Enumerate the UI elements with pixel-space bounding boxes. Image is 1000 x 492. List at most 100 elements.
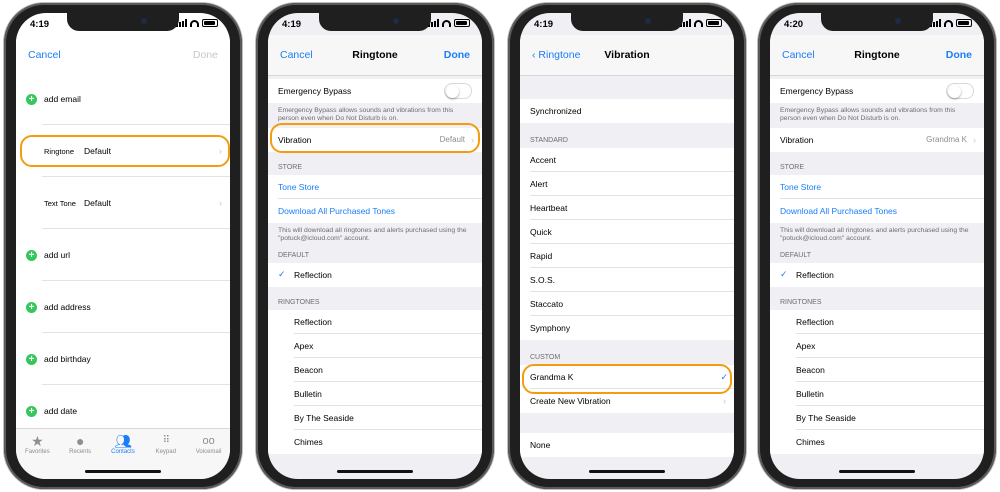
ringtone-item[interactable]: Reflection (268, 309, 482, 334)
ringtone-item[interactable]: Apex (268, 333, 482, 358)
text-tone-row[interactable]: Text Tone Default › (16, 177, 230, 229)
vibration-item[interactable]: S.O.S. (520, 268, 734, 292)
emergency-bypass-toggle[interactable] (946, 83, 974, 99)
chevron-right-icon: › (723, 396, 726, 406)
ringtone-item[interactable]: Bulletin (770, 381, 984, 406)
add-icon: + (26, 301, 37, 313)
chevron-right-icon: › (219, 146, 222, 156)
camera-icon (141, 18, 147, 24)
ringtones-header: RINGTONES (780, 298, 822, 306)
notch (319, 13, 431, 31)
ringtone-item[interactable]: Reflection (770, 309, 984, 334)
home-indicator[interactable] (589, 470, 665, 473)
vibration-item[interactable]: Accent (520, 148, 734, 172)
vibration-item[interactable]: Heartbeat (520, 196, 734, 220)
camera-icon (895, 18, 901, 24)
battery-icon (202, 19, 218, 27)
status-time: 4:19 (30, 19, 50, 30)
nav-bar: Cancel Ringtone Done (268, 35, 482, 76)
download-tones-row[interactable]: Download All Purchased Tones (268, 198, 482, 223)
home-indicator[interactable] (85, 470, 161, 473)
ringtone-item[interactable]: Bulletin (268, 381, 482, 406)
screen: 4:19 ‹ Ringtone Vibration Synchronized S… (520, 13, 734, 479)
default-header: DEFAULT (780, 251, 811, 259)
vibration-item[interactable]: Quick (520, 220, 734, 244)
vibration-item[interactable]: Rapid (520, 244, 734, 268)
checkmark-icon: ✓ (780, 269, 788, 280)
ringtone-item[interactable]: Apex (770, 333, 984, 358)
add-email-row[interactable]: + add email (16, 73, 230, 125)
create-new-vibration-row[interactable]: Create New Vibration › (520, 389, 734, 413)
battery-icon (454, 19, 470, 27)
tab-voicemail[interactable]: oo Voicemail (191, 433, 227, 479)
emergency-bypass-row: Emergency Bypass (770, 79, 984, 103)
ringtones-header: RINGTONES (278, 298, 320, 306)
ringtone-settings: Emergency Bypass Emergency Bypass allows… (770, 75, 984, 479)
vibration-list: Synchronized STANDARD Accent Alert Heart… (520, 75, 734, 479)
ringtone-item[interactable]: Beacon (770, 357, 984, 382)
contacts-icon: 👥︎ (114, 433, 132, 449)
nav-bar: ‹ Ringtone Vibration (520, 35, 734, 76)
ringtone-item[interactable]: Chimes (268, 429, 482, 454)
download-note: This will download all ringtones and ale… (278, 226, 467, 243)
status-time: 4:19 (282, 19, 302, 30)
standard-header: STANDARD (530, 137, 568, 144)
notch (571, 13, 683, 31)
ringtone-item[interactable]: Beacon (268, 357, 482, 382)
store-header: STORE (780, 163, 804, 171)
wifi-icon (944, 19, 953, 27)
camera-icon (393, 18, 399, 24)
cancel-button[interactable]: Cancel (28, 49, 61, 61)
wifi-icon (442, 19, 451, 27)
add-address-row[interactable]: + add address (16, 281, 230, 333)
status-time: 4:19 (534, 19, 554, 30)
add-birthday-row[interactable]: + add birthday (16, 333, 230, 385)
vibration-row[interactable]: Vibration Grandma K › (770, 127, 984, 152)
custom-vibration-item[interactable]: Grandma K ✓ (520, 365, 734, 389)
screen: 4:19 Cancel Done + add email Ringtone De… (16, 13, 230, 479)
tone-store-row[interactable]: Tone Store (268, 174, 482, 199)
nav-title: Vibration (604, 49, 650, 61)
synchronized-row[interactable]: Synchronized (520, 99, 734, 123)
store-header: STORE (278, 163, 302, 171)
ringtone-settings: Emergency Bypass Emergency Bypass allows… (268, 75, 482, 479)
download-tones-row[interactable]: Download All Purchased Tones (770, 198, 984, 223)
vibration-row[interactable]: Vibration Default › (268, 127, 482, 152)
phone-contact-edit: 4:19 Cancel Done + add email Ringtone De… (4, 3, 242, 489)
done-button[interactable]: Done (444, 49, 470, 61)
notch (67, 13, 179, 31)
vibration-item[interactable]: Symphony (520, 316, 734, 340)
add-url-row[interactable]: + add url (16, 229, 230, 281)
nav-bar: Cancel Done (16, 35, 230, 75)
home-indicator[interactable] (839, 470, 915, 473)
battery-icon (956, 19, 972, 27)
ringtone-item[interactable]: Chimes (770, 429, 984, 454)
download-note: This will download all ringtones and ale… (780, 226, 969, 243)
ringtone-item[interactable]: By The Seaside (268, 405, 482, 430)
emergency-bypass-toggle[interactable] (444, 83, 472, 99)
wifi-icon (190, 19, 199, 27)
camera-icon (645, 18, 651, 24)
tab-favorites[interactable]: ★ Favorites (19, 433, 55, 479)
ringtone-item[interactable]: By The Seaside (770, 405, 984, 430)
phone-ringtone: 4:19 Cancel Ringtone Done Emergency Bypa… (256, 3, 494, 489)
done-button[interactable]: Done (946, 49, 972, 61)
none-row[interactable]: None (520, 433, 734, 457)
nav-bar: Cancel Ringtone Done (770, 35, 984, 76)
emergency-bypass-note: Emergency Bypass allows sounds and vibra… (278, 107, 454, 123)
default-reflection-row[interactable]: ✓ Reflection (268, 262, 482, 287)
done-button[interactable]: Done (193, 49, 218, 61)
clock-icon: ● (75, 433, 85, 449)
vibration-item[interactable]: Staccato (520, 292, 734, 316)
vibration-item[interactable]: Alert (520, 172, 734, 196)
home-indicator[interactable] (337, 470, 413, 473)
screen: 4:20 Cancel Ringtone Done Emergency Bypa… (770, 13, 984, 479)
emergency-bypass-row: Emergency Bypass (268, 79, 482, 103)
default-reflection-row[interactable]: ✓ Reflection (770, 262, 984, 287)
voicemail-icon: oo (202, 435, 215, 447)
phone-vibration: 4:19 ‹ Ringtone Vibration Synchronized S… (508, 3, 746, 489)
tone-store-row[interactable]: Tone Store (770, 174, 984, 199)
status-time: 4:20 (784, 19, 804, 30)
wifi-icon (694, 19, 703, 27)
ringtone-row[interactable]: Ringtone Default › (16, 125, 230, 177)
